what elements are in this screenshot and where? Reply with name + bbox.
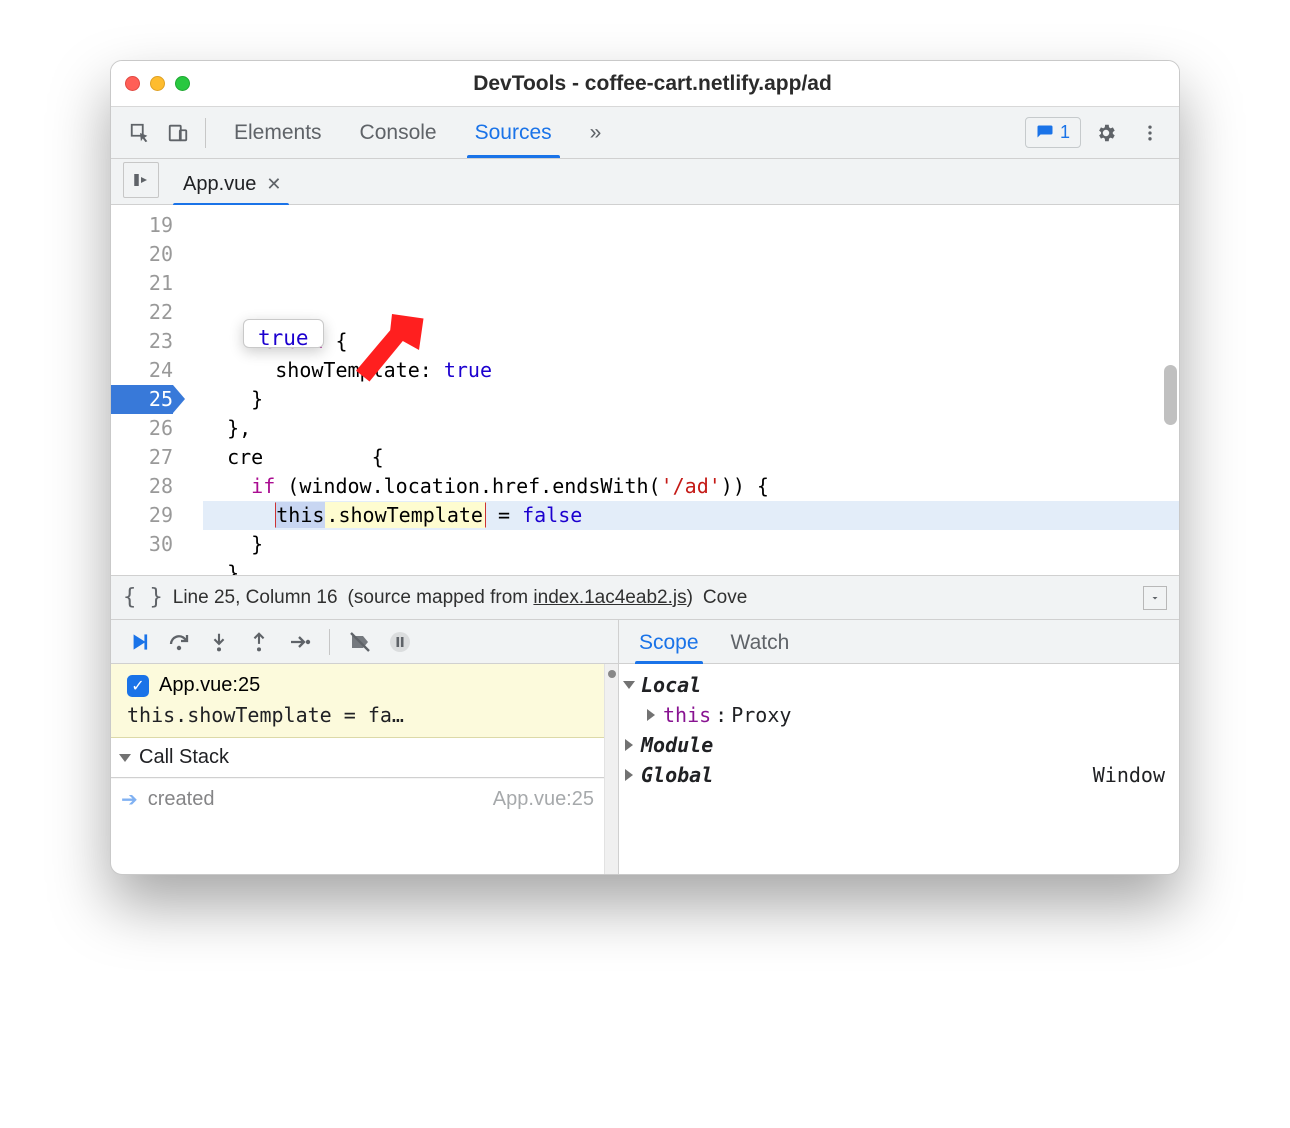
breakpoint-code-snippet: this.showTemplate = fa… <box>127 703 590 727</box>
pause-on-exceptions-button[interactable] <box>382 625 418 659</box>
settings-icon[interactable] <box>1087 114 1125 152</box>
tab-console[interactable]: Console <box>346 107 451 158</box>
pretty-print-icon[interactable]: { } <box>123 585 163 610</box>
window-title: DevTools - coffee-cart.netlify.app/ad <box>190 72 1165 96</box>
resume-button[interactable] <box>121 625 157 659</box>
current-frame-icon: ➔ <box>121 787 138 812</box>
tab-scope[interactable]: Scope <box>635 623 703 663</box>
devtools-window: DevTools - coffee-cart.netlify.app/ad El… <box>110 60 1180 875</box>
navigator-toggle-icon[interactable] <box>123 162 159 198</box>
line-gutter[interactable]: 192021222324252627282930 <box>111 205 183 575</box>
step-over-button[interactable] <box>161 625 197 659</box>
tab-overflow[interactable]: » <box>576 107 616 158</box>
call-stack-header[interactable]: Call Stack <box>111 738 604 778</box>
debugger-left-pane: ✓ App.vue:25 this.showTemplate = fa… Cal… <box>111 620 619 874</box>
hover-value-tooltip: true <box>243 319 324 348</box>
scope-tree[interactable]: Local this: Proxy Module Global Window <box>619 664 1179 874</box>
chevron-right-icon <box>647 709 655 721</box>
kebab-menu-icon[interactable] <box>1131 114 1169 152</box>
arrow-annotation-icon <box>338 247 434 276</box>
debugger-toolbar-separator <box>329 629 330 655</box>
issues-count: 1 <box>1060 122 1070 143</box>
source-map-link[interactable]: index.1ac4eab2.js <box>533 587 686 608</box>
maximize-window-button[interactable] <box>175 76 190 91</box>
call-stack-item[interactable]: ➔ created App.vue:25 <box>111 778 604 820</box>
close-window-button[interactable] <box>125 76 140 91</box>
step-into-button[interactable] <box>201 625 237 659</box>
close-tab-icon[interactable]: ✕ <box>266 174 281 195</box>
source-mapped-label: (source mapped from index.1ac4eab2.js) <box>348 587 693 609</box>
file-tab-app-vue[interactable]: App.vue ✕ <box>169 165 293 204</box>
debugger-toolbar <box>111 620 618 664</box>
tab-elements[interactable]: Elements <box>220 107 336 158</box>
coverage-truncated: Cove <box>703 587 747 609</box>
breakpoint-checkbox[interactable]: ✓ <box>127 675 149 697</box>
window-titlebar: DevTools - coffee-cart.netlify.app/ad <box>111 61 1179 107</box>
file-tab-strip: App.vue ✕ <box>111 159 1179 205</box>
code-area[interactable]: return { showTemplate: true } }, cre { i… <box>183 205 1179 575</box>
scope-watch-tabs: Scope Watch <box>619 620 1179 664</box>
inspect-element-icon[interactable] <box>121 114 159 152</box>
editor-scrollbar-thumb[interactable] <box>1164 365 1177 425</box>
minimize-window-button[interactable] <box>150 76 165 91</box>
scope-global[interactable]: Global Window <box>625 760 1173 790</box>
toolbar-separator <box>205 118 206 148</box>
device-toggle-icon[interactable] <box>159 114 197 152</box>
deactivate-breakpoints-button[interactable] <box>342 625 378 659</box>
source-editor[interactable]: 192021222324252627282930 return { showTe… <box>111 205 1179 575</box>
debugger-right-pane: Scope Watch Local this: Proxy Module <box>619 620 1179 874</box>
status-more-icon[interactable] <box>1143 586 1167 610</box>
minimap-marker <box>608 670 616 678</box>
scope-this[interactable]: this: Proxy <box>625 700 1173 730</box>
tab-sources[interactable]: Sources <box>461 107 566 158</box>
step-button[interactable] <box>281 625 317 659</box>
chevron-right-icon <box>625 739 633 751</box>
minimap-scrollbar[interactable] <box>604 664 618 874</box>
scope-local[interactable]: Local <box>625 670 1173 700</box>
issues-button[interactable]: 1 <box>1025 117 1081 148</box>
scope-module[interactable]: Module <box>625 730 1173 760</box>
file-tab-label: App.vue <box>183 173 256 196</box>
debugger-panes: ✓ App.vue:25 this.showTemplate = fa… Cal… <box>111 619 1179 874</box>
breakpoint-file[interactable]: App.vue:25 <box>159 674 260 697</box>
paused-location-block: ✓ App.vue:25 this.showTemplate = fa… <box>111 664 604 738</box>
chevron-right-icon <box>625 769 633 781</box>
source-status-bar: { } Line 25, Column 16 (source mapped fr… <box>111 575 1179 619</box>
chevron-down-icon <box>623 681 635 689</box>
chevron-down-icon <box>119 754 131 762</box>
devtools-toolbar: Elements Console Sources » 1 <box>111 107 1179 159</box>
step-out-button[interactable] <box>241 625 277 659</box>
panel-tabs: Elements Console Sources » <box>220 107 615 158</box>
tab-watch[interactable]: Watch <box>727 623 794 663</box>
cursor-position: Line 25, Column 16 <box>173 587 338 609</box>
window-controls <box>125 76 190 91</box>
